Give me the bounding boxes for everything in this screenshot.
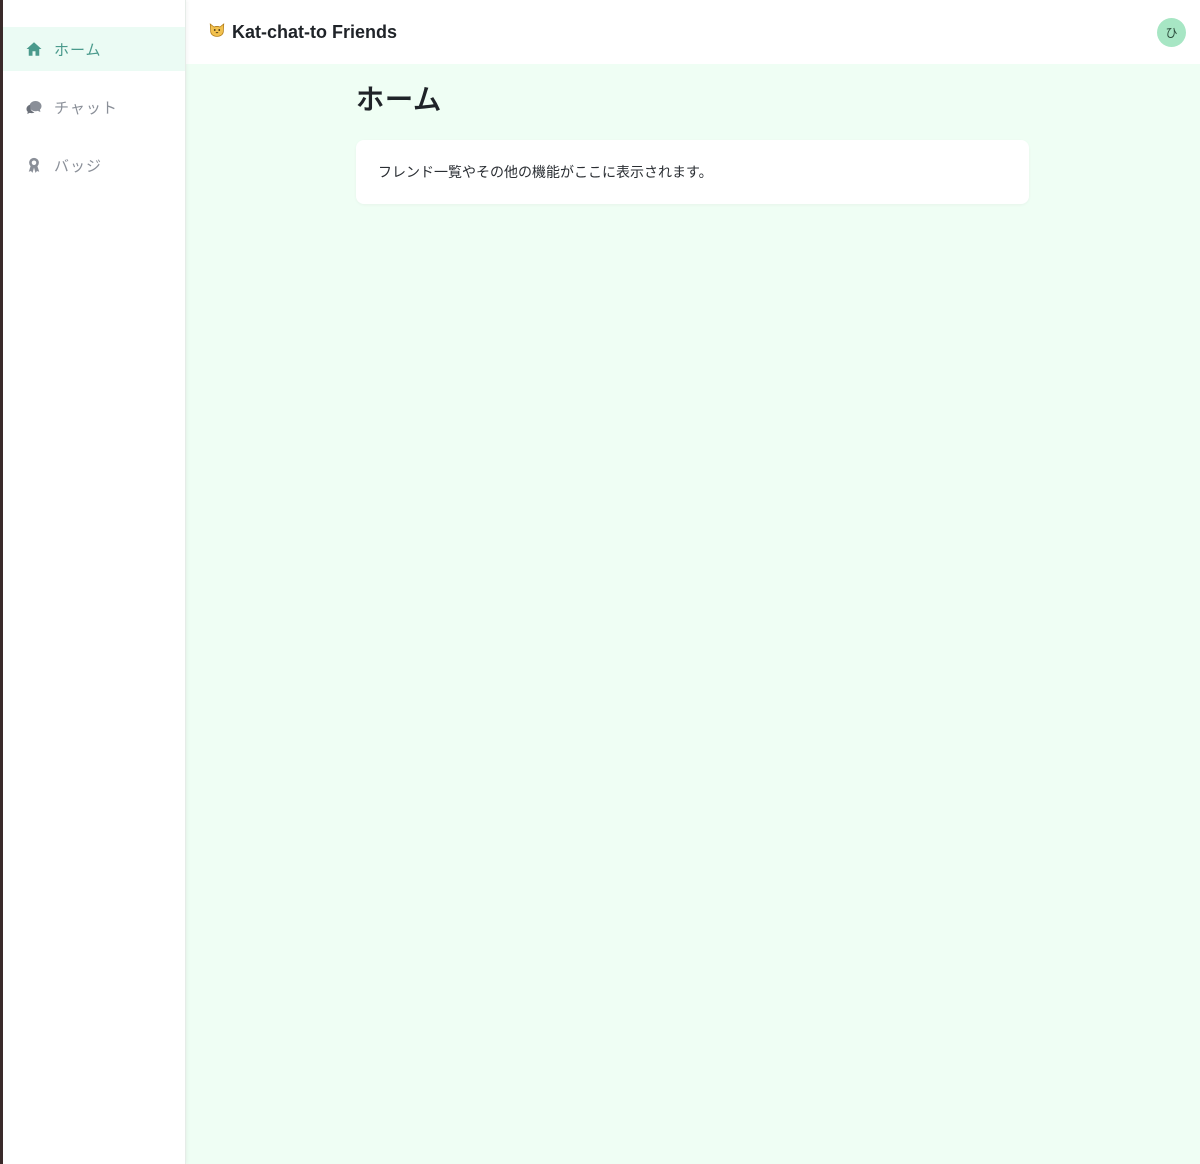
sidebar-item-chat[interactable]: チャット [3,85,185,129]
home-icon [25,40,43,58]
sidebar-item-home[interactable]: ホーム [3,27,185,71]
card-text: フレンド一覧やその他の機能がここに表示されます。 [378,165,713,181]
badge-ribbon-icon [25,156,43,174]
sidebar: ホーム チャット バッジ [3,0,186,1164]
chat-bubbles-icon [25,98,43,116]
avatar-initial: ひ [1165,25,1178,40]
info-card: フレンド一覧やその他の機能がここに表示されます。 [356,140,1029,204]
brand: Kat-chat-to Friends [208,21,397,43]
app-header: Kat-chat-to Friends ひ [186,0,1200,64]
content-area: ホーム フレンド一覧やその他の機能がここに表示されます。 [186,64,1200,1164]
sidebar-item-badge[interactable]: バッジ [3,143,185,187]
app-title: Kat-chat-to Friends [232,21,398,42]
app-window: ホーム チャット バッジ Kat-chat-to Friends ひ ホーム フ… [3,0,1200,1164]
sidebar-item-label: チャット [54,98,118,117]
sidebar-item-label: バッジ [54,156,103,175]
sidebar-item-label: ホーム [54,40,102,59]
avatar[interactable]: ひ [1157,17,1186,47]
page-title: ホーム [356,83,443,116]
main-area: Kat-chat-to Friends ひ ホーム フレンド一覧やその他の機能が… [186,0,1200,1164]
cat-face-icon [208,21,226,43]
